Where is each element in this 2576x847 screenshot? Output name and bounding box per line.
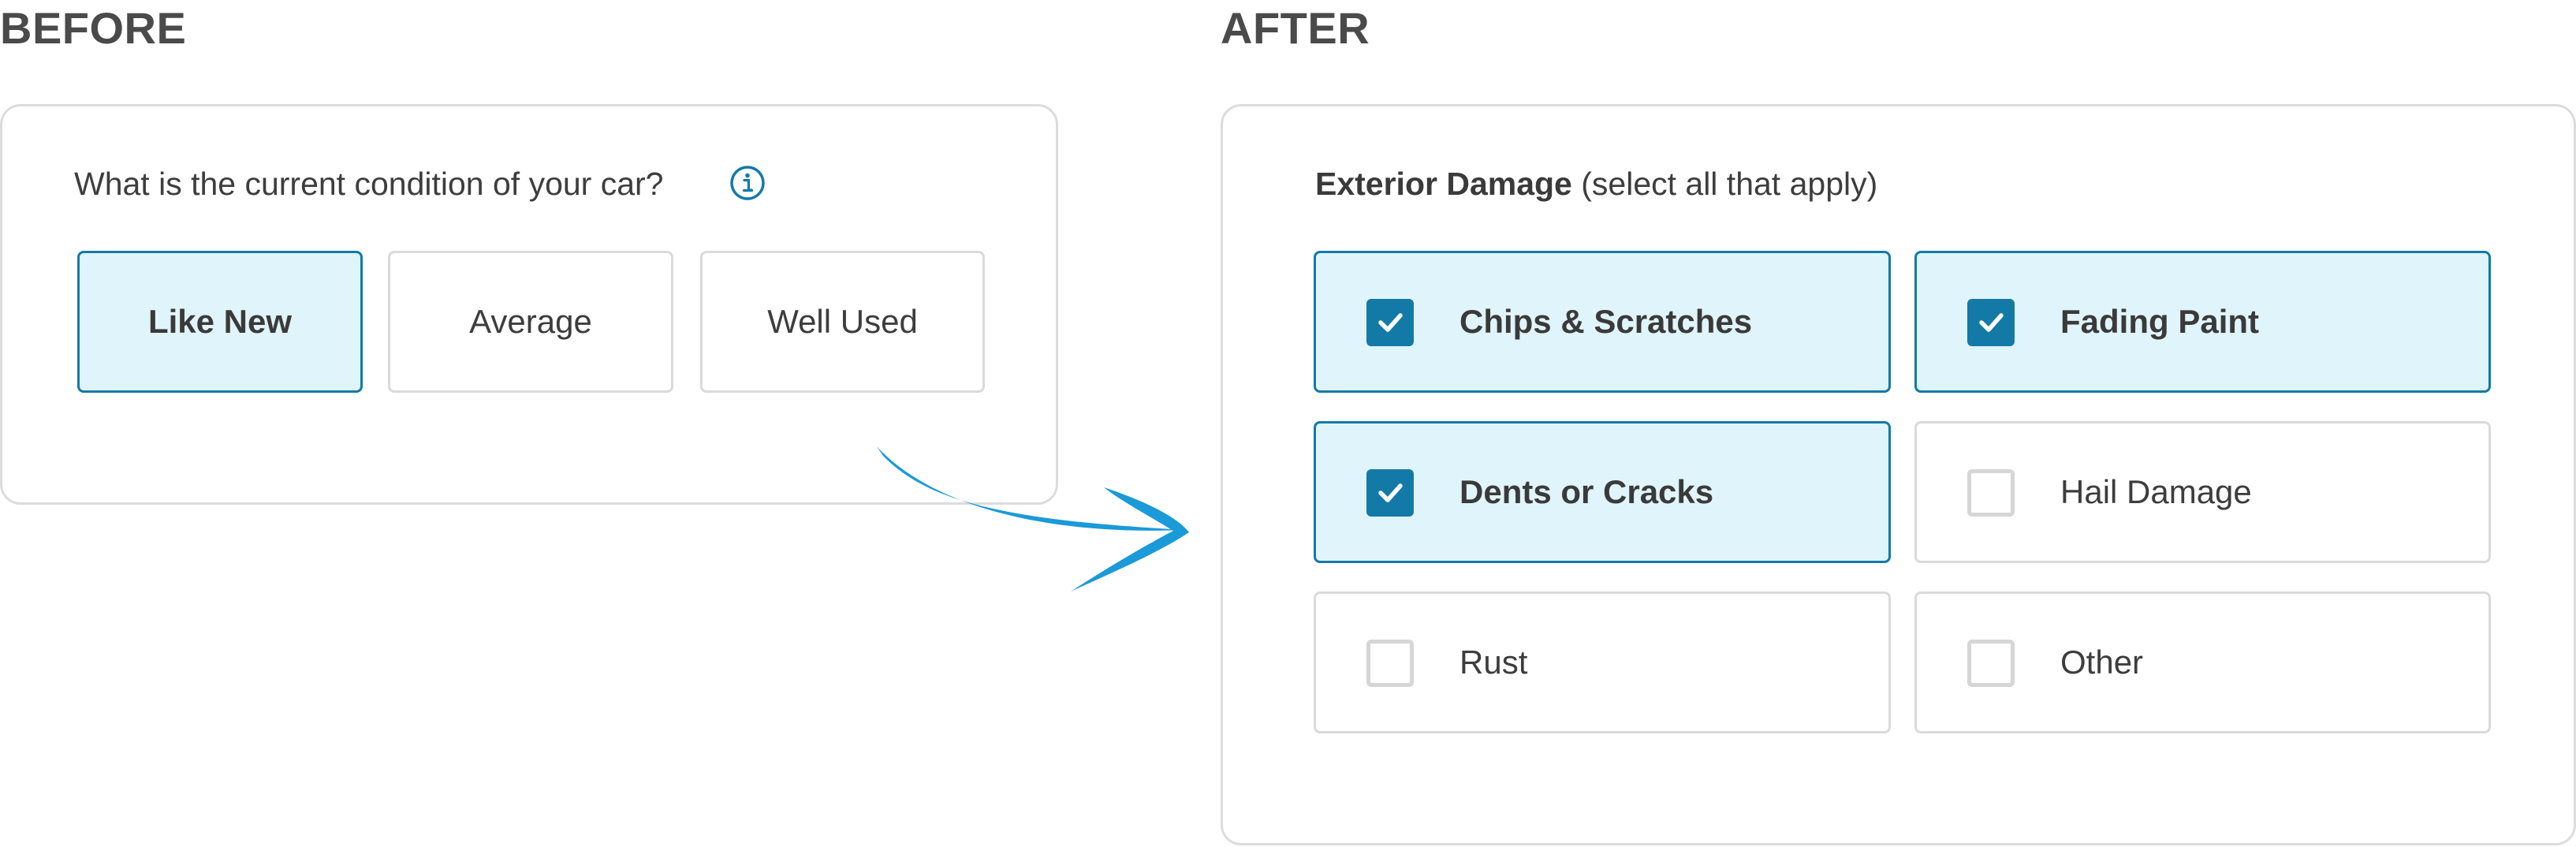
damage-option-label: Rust	[1459, 644, 1528, 681]
damage-option-label: Other	[2060, 644, 2144, 681]
checkmark-icon	[1979, 313, 2004, 332]
checkbox[interactable]	[1366, 640, 1414, 687]
damage-option-dents-cracks[interactable]: Dents or Cracks	[1314, 421, 1891, 563]
damage-option-label: Chips & Scratches	[1459, 303, 1753, 340]
checkbox[interactable]	[1967, 469, 2015, 517]
checkmark-icon	[1378, 483, 1403, 502]
exterior-damage-title: Exterior Damage	[1315, 166, 1572, 202]
damage-option-hail-damage[interactable]: Hail Damage	[1914, 421, 2491, 563]
exterior-damage-question: Exterior Damage (select all that apply)	[1315, 164, 1877, 203]
damage-option-fading-paint[interactable]: Fading Paint	[1914, 251, 2491, 393]
checkbox[interactable]	[1366, 469, 1414, 517]
checkbox[interactable]	[1967, 299, 2015, 346]
damage-option-chips-scratches[interactable]: Chips & Scratches	[1314, 251, 1891, 393]
condition-question: What is the current condition of your ca…	[74, 166, 664, 202]
info-icon[interactable]	[729, 164, 766, 202]
checkbox[interactable]	[1967, 640, 2015, 687]
damage-option-label: Hail Damage	[2060, 473, 2252, 510]
curved-arrow-icon	[877, 446, 1189, 591]
before-heading: BEFORE	[0, 3, 187, 53]
exterior-damage-hint: (select all that apply)	[1571, 166, 1878, 202]
condition-option-average[interactable]: Average	[388, 251, 673, 393]
condition-option-well-used[interactable]: Well Used	[700, 251, 985, 393]
checkmark-icon	[1378, 313, 1403, 332]
damage-option-other[interactable]: Other	[1914, 591, 2491, 733]
checkbox[interactable]	[1366, 299, 1414, 346]
damage-option-label: Dents or Cracks	[1459, 473, 1714, 510]
damage-option-label: Fading Paint	[2060, 303, 2259, 340]
damage-option-rust[interactable]: Rust	[1314, 591, 1891, 733]
after-heading: AFTER	[1221, 3, 1370, 53]
condition-option-like-new[interactable]: Like New	[77, 251, 363, 393]
